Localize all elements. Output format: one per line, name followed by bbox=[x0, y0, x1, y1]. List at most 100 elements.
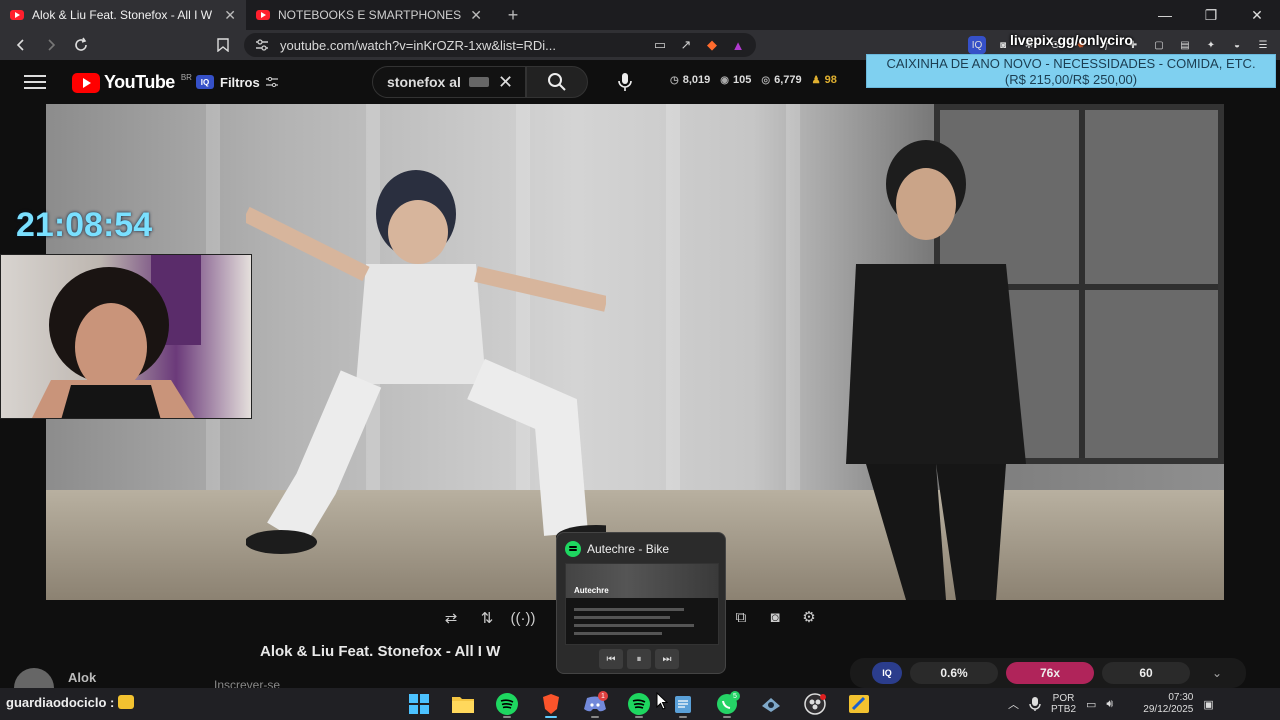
video-stats-bar: ◷ 8,019 ◉ 105 ◎ 6,779 ♟ 98 bbox=[670, 74, 837, 86]
screenshot-icon[interactable]: ◙ bbox=[764, 606, 786, 628]
stream-clock: 21:08:54 bbox=[16, 206, 153, 244]
search-icon bbox=[548, 73, 566, 91]
sliders-icon bbox=[265, 77, 278, 87]
whatsapp-taskbar-button[interactable]: 5 bbox=[712, 689, 742, 719]
thumb-row bbox=[574, 616, 670, 619]
iq-badge-icon: IQ bbox=[196, 75, 214, 89]
stat-value: 6,779 bbox=[774, 74, 802, 86]
pause-icon[interactable]: ⏸ bbox=[627, 649, 651, 669]
player-extra-controls-right: ⧉ ◙ ⚙ bbox=[730, 606, 820, 628]
brave-rewards-icon[interactable]: ▲ bbox=[730, 37, 746, 53]
spotify-icon bbox=[565, 541, 581, 557]
channel-avatar[interactable] bbox=[14, 668, 54, 688]
volume-icon[interactable]: 🔊︎ bbox=[1106, 698, 1113, 711]
pinned-app-button[interactable] bbox=[844, 689, 874, 719]
vpn-icon[interactable]: ◒ bbox=[1228, 36, 1246, 54]
chat-message: guardiaodociclo : bbox=[6, 695, 135, 710]
windows-logo-icon bbox=[409, 694, 429, 714]
close-window-button[interactable]: ✕ bbox=[1234, 0, 1280, 30]
youtube-wordmark: YouTube bbox=[104, 72, 175, 92]
audio-waves-icon[interactable]: ((·)) bbox=[511, 607, 536, 629]
system-tray: ︿ POR PTB2 ▭ 🔊︎ 07:30 29/12/2025 ▣ bbox=[1008, 688, 1214, 720]
show-hidden-icons-icon[interactable]: ︿ bbox=[1008, 696, 1019, 712]
spotify-thumbnail[interactable]: Autechre bbox=[565, 563, 719, 645]
spotify-active-button[interactable] bbox=[624, 689, 654, 719]
language-indicator[interactable]: POR PTB2 bbox=[1051, 693, 1076, 715]
minimize-button[interactable]: — bbox=[1142, 0, 1188, 30]
thumb-row bbox=[574, 608, 684, 611]
share-icon[interactable]: ↗ bbox=[678, 37, 694, 53]
menu-icon[interactable]: ☰ bbox=[1254, 36, 1272, 54]
language-code: POR bbox=[1052, 693, 1075, 704]
voice-search-button[interactable] bbox=[608, 66, 642, 98]
forward-button[interactable] bbox=[36, 30, 66, 60]
tab-notebooks[interactable]: NOTEBOOKS E SMARTPHONES VÃO ✕ bbox=[246, 0, 492, 30]
spotify-taskbar-button[interactable] bbox=[492, 689, 522, 719]
close-tab-icon[interactable]: ✕ bbox=[224, 7, 236, 24]
screen: Alok & Liu Feat. Stonefox - All I W ✕ NO… bbox=[0, 0, 1280, 720]
sidebar-icon[interactable]: ▢ bbox=[1150, 36, 1168, 54]
close-tab-icon[interactable]: ✕ bbox=[470, 7, 482, 24]
speed-option-selected[interactable]: 76x bbox=[1006, 662, 1094, 684]
channel-name[interactable]: Alok bbox=[68, 670, 96, 685]
brave-taskbar-button[interactable] bbox=[536, 689, 566, 719]
guide-menu-icon[interactable] bbox=[24, 72, 46, 92]
donation-goal-banner: CAIXINHA DE ANO NOVO - NECESSIDADES - CO… bbox=[866, 54, 1276, 88]
taskbar-apps: 1 5 bbox=[404, 688, 874, 720]
notification-badge: 1 bbox=[598, 691, 608, 701]
speed-option[interactable]: 60 bbox=[1102, 662, 1190, 684]
tab-youtube-video[interactable]: Alok & Liu Feat. Stonefox - All I W ✕ bbox=[0, 0, 246, 30]
youtube-logo[interactable]: YouTube BR bbox=[72, 72, 192, 93]
file-explorer-button[interactable] bbox=[448, 689, 478, 719]
browser-tab-strip: Alok & Liu Feat. Stonefox - All I W ✕ NO… bbox=[0, 0, 1280, 30]
leo-ai-icon[interactable]: ✦ bbox=[1202, 36, 1220, 54]
filters-button[interactable]: IQ Filtros bbox=[196, 71, 278, 93]
discord-taskbar-button[interactable]: 1 bbox=[580, 689, 610, 719]
speed-option[interactable]: 0.6% bbox=[910, 662, 998, 684]
goal-progress: (R$ 215,00/R$ 250,00) bbox=[1004, 72, 1138, 87]
settings-gear-icon[interactable]: ⚙ bbox=[798, 606, 820, 628]
youtube-favicon-icon bbox=[10, 10, 24, 20]
notepad-taskbar-button[interactable] bbox=[668, 689, 698, 719]
picture-in-picture-icon[interactable]: ⧉ bbox=[730, 606, 752, 628]
chevron-down-icon[interactable]: ⌄ bbox=[1212, 666, 1222, 680]
back-button[interactable] bbox=[6, 30, 36, 60]
address-bar[interactable]: youtube.com/watch?v=inKrOZR-1xw&list=RDi… bbox=[244, 33, 756, 57]
brave-shield-icon[interactable]: ◆ bbox=[704, 37, 720, 53]
keyboard-icon[interactable] bbox=[468, 77, 489, 87]
reload-icon bbox=[75, 37, 87, 51]
clear-search-icon[interactable]: ✕ bbox=[498, 72, 513, 93]
search-button[interactable] bbox=[526, 66, 588, 98]
loop-icon[interactable]: ⇄ bbox=[440, 607, 462, 629]
stat-watching: ◉ 105 bbox=[720, 74, 751, 86]
next-track-icon[interactable]: ⏭ bbox=[655, 649, 679, 669]
clock-icon: ◷ bbox=[670, 74, 679, 86]
back-arrow-icon bbox=[16, 39, 24, 51]
iq-extension-icon[interactable]: IQ bbox=[968, 36, 986, 54]
previous-track-icon[interactable]: ⏮ bbox=[599, 649, 623, 669]
reload-button[interactable] bbox=[66, 30, 96, 60]
restore-button[interactable]: ❐ bbox=[1188, 0, 1234, 30]
filters-label: Filtros bbox=[220, 74, 260, 90]
goal-title: CAIXINHA DE ANO NOVO - NECESSIDADES - CO… bbox=[886, 56, 1256, 71]
eye-icon: ◉ bbox=[720, 74, 729, 86]
tab-title: NOTEBOOKS E SMARTPHONES VÃO bbox=[278, 8, 462, 22]
start-button[interactable] bbox=[404, 689, 434, 719]
steam-taskbar-button[interactable] bbox=[756, 689, 786, 719]
microphone-icon[interactable] bbox=[1029, 696, 1041, 712]
obs-taskbar-button[interactable] bbox=[800, 689, 830, 719]
spotify-preview-popup[interactable]: Autechre - Bike Autechre ⏮ ⏸ ⏭ bbox=[556, 532, 726, 674]
site-settings-icon[interactable] bbox=[254, 37, 270, 53]
stat-likes: ◎ 6,779 bbox=[761, 74, 801, 86]
notifications-icon[interactable]: ▣ bbox=[1203, 698, 1213, 711]
cast-icon[interactable]: ▭ bbox=[652, 37, 668, 53]
iq-icon[interactable]: IQ bbox=[872, 662, 902, 684]
bookmark-button[interactable] bbox=[208, 30, 238, 60]
network-icon[interactable]: ▭ bbox=[1086, 698, 1096, 711]
editor-icon bbox=[849, 695, 869, 713]
new-tab-button[interactable]: + bbox=[498, 5, 528, 26]
wallet-icon[interactable]: ▤ bbox=[1176, 36, 1194, 54]
standing-person-figure bbox=[846, 140, 1026, 600]
clock-date[interactable]: 07:30 29/12/2025 bbox=[1123, 692, 1193, 716]
sort-icon[interactable]: ⇅ bbox=[476, 607, 498, 629]
